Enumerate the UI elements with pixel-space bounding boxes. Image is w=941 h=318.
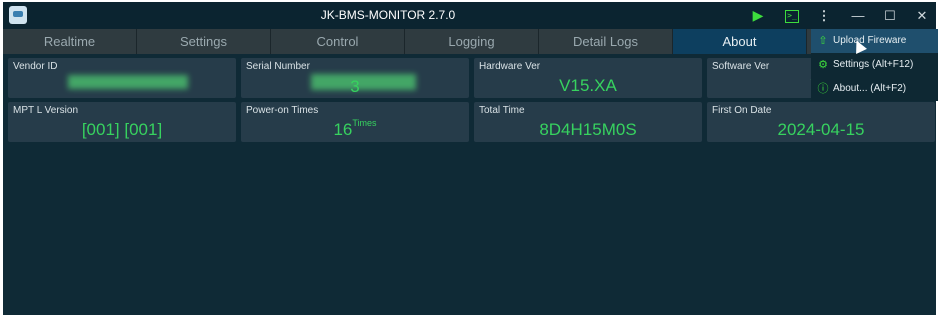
tab-realtime[interactable]: Realtime — [3, 29, 137, 54]
tab-bar: Realtime Settings Control Logging Detail… — [3, 29, 936, 54]
menu-item-label: Settings (Alt+F12) — [833, 59, 914, 70]
tab-control[interactable]: Control — [271, 29, 405, 54]
vendor-id-label: Vendor ID — [13, 61, 58, 72]
serial-number-value: 3 — [350, 77, 360, 96]
kebab-menu-icon[interactable]: ⋮ — [817, 2, 831, 29]
first-on-date-panel: First On Date 2024-04-15 — [707, 102, 935, 142]
menu-item-about[interactable]: ⓘ About... (Alt+F2) — [811, 77, 938, 101]
tab-about[interactable]: About — [673, 29, 807, 54]
redacted-value — [68, 75, 188, 89]
software-ver-label: Software Ver — [712, 61, 770, 72]
power-on-times-label: Power-on Times — [246, 105, 319, 116]
maximize-icon[interactable]: ☐ — [881, 2, 899, 29]
minimize-icon[interactable]: — — [849, 2, 867, 29]
tab-detail-logs[interactable]: Detail Logs — [539, 29, 673, 54]
gear-icon: ⚙ — [818, 59, 828, 71]
serial-number-panel: Serial Number 3 — [241, 58, 469, 98]
total-time-panel: Total Time 8D4H15M0S — [474, 102, 702, 142]
terminal-icon[interactable]: >_ — [783, 2, 801, 29]
power-on-count: 16 — [333, 120, 353, 139]
mpt-version-label: MPT L Version — [13, 105, 79, 116]
play-icon[interactable]: ▶ — [749, 2, 767, 29]
total-time-label: Total Time — [479, 105, 525, 116]
hardware-ver-value: V15.XA — [559, 76, 617, 95]
first-on-date-value: 2024-04-15 — [777, 120, 865, 139]
menu-item-label: About... (Alt+F2) — [833, 83, 907, 94]
window-title: JK-BMS-MONITOR 2.7.0 — [320, 8, 456, 22]
upload-icon: ⇧ — [818, 35, 828, 47]
title-bar: JK-BMS-MONITOR 2.7.0 ▶ >_ ⋮ — ☐ ✕ — [3, 2, 936, 29]
first-on-date-label: First On Date — [712, 105, 772, 116]
mpt-version-panel: MPT L Version [001] [001] — [8, 102, 236, 142]
menu-item-upload-firmware[interactable]: ⇧ Upload Fireware — [811, 29, 938, 53]
serial-number-label: Serial Number — [246, 61, 310, 72]
hardware-ver-panel: Hardware Ver V15.XA — [474, 58, 702, 98]
hardware-ver-label: Hardware Ver — [479, 61, 541, 72]
overflow-menu: ⇧ Upload Fireware ⚙ Settings (Alt+F12) ⓘ… — [811, 29, 938, 101]
menu-item-label: Upload Fireware — [833, 35, 907, 46]
tab-logging[interactable]: Logging — [405, 29, 539, 54]
total-time-value: 8D4H15M0S — [539, 120, 637, 139]
power-on-unit: Times — [352, 118, 377, 128]
info-icon: ⓘ — [817, 83, 829, 95]
vendor-id-panel: Vendor ID — [8, 58, 236, 98]
tab-settings[interactable]: Settings — [137, 29, 271, 54]
power-on-times-panel: Power-on Times 16Times — [241, 102, 469, 142]
menu-item-settings[interactable]: ⚙ Settings (Alt+F12) — [811, 53, 938, 77]
app-window: JK-BMS-MONITOR 2.7.0 ▶ >_ ⋮ — ☐ ✕ Realti… — [3, 2, 938, 315]
power-on-times-value: 16Times — [241, 118, 469, 140]
close-icon[interactable]: ✕ — [913, 2, 931, 29]
mpt-version-value: [001] [001] — [81, 120, 163, 139]
